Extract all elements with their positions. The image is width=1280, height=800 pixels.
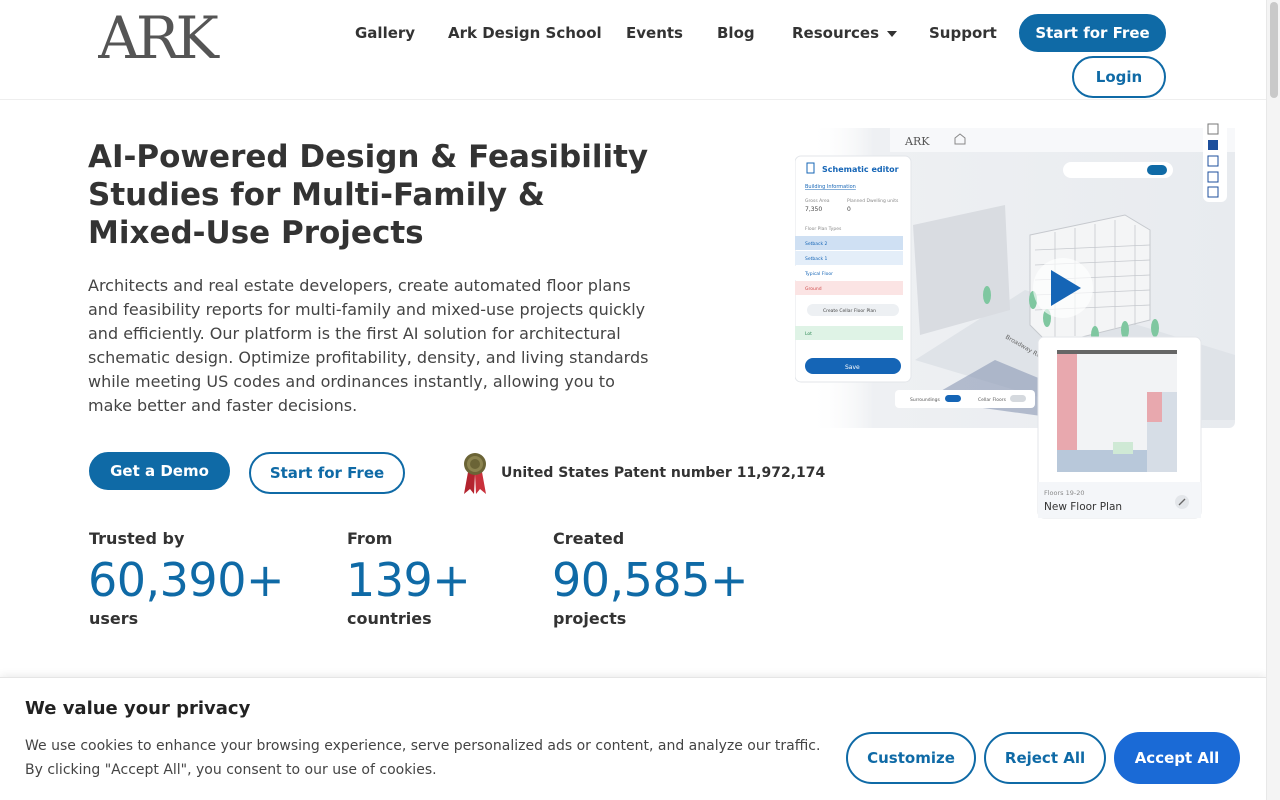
floor-row-typical-label: Typical Floor (804, 271, 833, 277)
ark-logo[interactable]: ARK (98, 8, 240, 64)
stat-countries-label-top: From (347, 529, 393, 548)
dwelling-label: Planned Dwelling units (847, 198, 899, 204)
cookie-consent-banner: We value your privacy We use cookies to … (0, 677, 1266, 800)
surroundings-label: Surroundings (910, 397, 941, 403)
cookie-title: We value your privacy (25, 698, 251, 719)
floor-plan-unit-red (1147, 392, 1162, 422)
nav-resources[interactable]: Resources (792, 24, 898, 42)
stat-countries-value: 139+ (346, 553, 471, 607)
hero-description: Architects and real estate developers, c… (88, 276, 649, 415)
stat-projects-label-bottom: projects (553, 609, 627, 628)
cookie-customize-button[interactable]: Customize (846, 732, 976, 784)
cookie-accept-all-button[interactable]: Accept All (1114, 732, 1240, 784)
cellar-floors-label: Cellar Floors (978, 397, 1007, 403)
nav-support[interactable]: Support (929, 24, 997, 42)
floor-plan-types-label: Floor Plan Types (805, 226, 842, 232)
get-a-demo-button[interactable]: Get a Demo (89, 452, 230, 490)
preview-app-logo: ARK (904, 135, 930, 148)
dwelling-value: 0 (847, 206, 851, 213)
floor-row-setback-1-label: Setback 1 (805, 256, 828, 262)
create-cellar-label: Create Cellar Floor Plan (823, 308, 876, 314)
chevron-down-icon (887, 30, 898, 37)
stat-users-label-bottom: users (89, 609, 139, 628)
floor-plan-unit-green (1113, 442, 1133, 454)
nav-blog[interactable]: Blog (717, 24, 755, 42)
surroundings-toggle[interactable] (945, 395, 961, 402)
floor-row-ground-label: Ground (805, 286, 822, 292)
preview-side-toolbar (1203, 120, 1227, 202)
start-for-free-header-button[interactable]: Start for Free (1019, 14, 1166, 52)
nav-events[interactable]: Events (626, 24, 683, 42)
login-button[interactable]: Login (1072, 56, 1166, 98)
preview-toolbar-active (1147, 165, 1167, 175)
site-header: ARK Gallery Ark Design School Events Blo… (0, 0, 1266, 100)
stat-projects-label-top: Created (553, 529, 625, 548)
patent-text: United States Patent number 11,972,174 (501, 465, 826, 481)
page-scrollbar[interactable] (1266, 0, 1280, 800)
nav-ark-design-school[interactable]: Ark Design School (448, 24, 602, 42)
scrollbar-thumb[interactable] (1270, 2, 1278, 98)
panel-title: Schematic editor (822, 165, 899, 174)
floor-row-setback-2-label: Setback 2 (805, 241, 828, 247)
save-label: Save (845, 364, 860, 371)
stat-users-value: 60,390+ (88, 553, 285, 607)
nav-resources-label: Resources (792, 24, 880, 42)
floor-plan-wall-top (1057, 350, 1177, 354)
stat-countries-label-bottom: countries (347, 609, 432, 628)
cellar-floors-toggle[interactable] (1010, 395, 1026, 402)
hero-title: AI-Powered Design & Feasibility Studies … (88, 139, 649, 251)
preview-titlebar (890, 128, 1235, 152)
patent-badge: United States Patent number 11,972,174 (460, 452, 825, 496)
lot-row-label: Lot (805, 331, 812, 337)
cookie-text: We use cookies to enhance your browsing … (25, 738, 821, 778)
floor-plan-card-title: New Floor Plan (1044, 501, 1122, 513)
stat-users-label-top: Trusted by (89, 529, 185, 548)
app-preview-image: ARK Broadway Rd Schematic editor Buildin… (795, 120, 1235, 519)
building-info-link[interactable]: Building Information (805, 184, 856, 190)
cookie-reject-all-button[interactable]: Reject All (984, 732, 1106, 784)
floor-plan-card-floors: Floors 19-20 (1044, 489, 1085, 497)
start-for-free-hero-button[interactable]: Start for Free (249, 452, 405, 494)
ark-logo-text: ARK (98, 8, 221, 64)
layer-icon (1208, 140, 1218, 150)
stat-projects-value: 90,585+ (552, 553, 749, 607)
nav-gallery[interactable]: Gallery (355, 24, 415, 42)
gross-area-value: 7,350 (805, 206, 822, 213)
award-medal-icon (464, 453, 486, 494)
gross-area-label: Gross Area (805, 198, 830, 204)
